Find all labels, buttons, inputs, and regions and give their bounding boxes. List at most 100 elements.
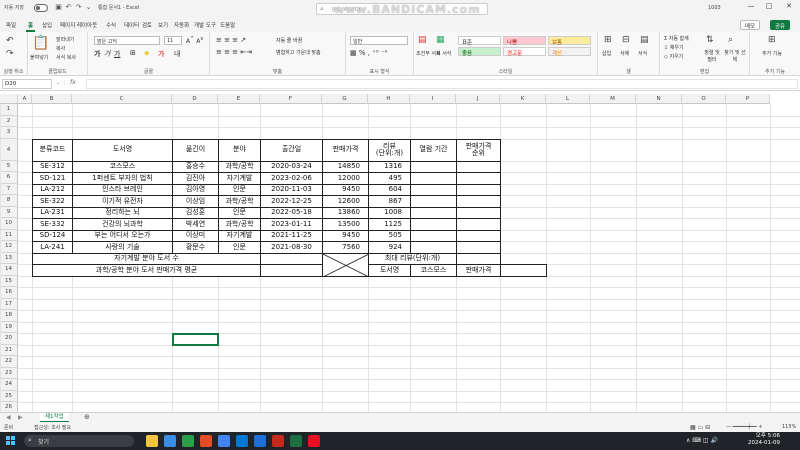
column-header[interactable]: B (32, 94, 72, 104)
accessibility-status[interactable]: 접근성: 조사 필요 (34, 424, 71, 431)
insert-cells-icon[interactable]: ⊞ (604, 35, 612, 45)
table-header[interactable]: 분야 (218, 138, 261, 162)
currency-icon[interactable]: ▦ % , ⁺⁰ ⁻⁰ (350, 49, 387, 57)
row-header[interactable]: 13 (0, 252, 18, 264)
redo-icon[interactable]: ↷ (6, 49, 14, 59)
row-header[interactable]: 12 (0, 241, 18, 253)
sort-filter-button[interactable]: 정렬 및 필터 (702, 49, 722, 63)
align-top-icon[interactable]: ≡ ≡ ≡ ↗ (216, 36, 246, 44)
addins-icon[interactable]: ⊞ (768, 35, 776, 45)
table-header[interactable]: 옮긴이 (172, 138, 219, 162)
row-header[interactable]: 9 (0, 206, 18, 218)
format-painter-button[interactable]: 서식 복사 (56, 54, 76, 61)
ribbon-tab[interactable]: 파일 (4, 20, 18, 30)
column-header[interactable]: J (456, 94, 500, 104)
column-header[interactable]: I (410, 94, 456, 104)
autosave-toggle[interactable] (34, 4, 48, 12)
row-header[interactable]: 3 (0, 127, 18, 139)
row-header[interactable]: 16 (0, 287, 18, 299)
copy-button[interactable]: 복사 (56, 45, 65, 52)
format-cells-icon[interactable]: ▤ (640, 35, 649, 45)
row-header[interactable]: 8 (0, 195, 18, 207)
row-header[interactable]: 10 (0, 218, 18, 230)
lookup-value[interactable]: 코스모스 (410, 264, 457, 277)
column-header[interactable]: F (260, 94, 322, 104)
table-header[interactable]: 출간일 (260, 138, 323, 162)
row-header[interactable]: 17 (0, 298, 18, 310)
clear-button[interactable]: ◇ 지우기 (664, 53, 683, 60)
row-header[interactable]: 23 (0, 367, 18, 379)
underline-icon[interactable]: 가 (114, 49, 120, 59)
zoom-slider[interactable]: — ━━━━━┿━━ + (726, 424, 762, 430)
prev-sheet-icon[interactable]: ◀ (6, 414, 11, 421)
lookup-label[interactable]: 도서명 (368, 264, 411, 277)
table-format-button[interactable]: 표 서식 (436, 50, 451, 57)
cell-style-item[interactable]: 계산 (548, 47, 591, 57)
lookup-result-value[interactable] (500, 264, 547, 277)
system-tray[interactable]: ∧ ⌨ ◫ 🔊 (686, 437, 718, 444)
find-select-button[interactable]: 찾기 및 선택 (724, 49, 746, 63)
row14-label[interactable]: 과학/공학 분야 도서 판매가격 평균 (32, 264, 261, 277)
italic-icon[interactable]: 가 (104, 49, 110, 59)
ribbon-tab[interactable]: 데이터 (122, 20, 141, 30)
cell-style-item[interactable]: 표준 (458, 36, 501, 46)
column-header[interactable]: K (500, 94, 546, 104)
column-header[interactable]: L (546, 94, 590, 104)
column-header[interactable]: E (218, 94, 260, 104)
row-header[interactable]: 14 (0, 264, 18, 276)
selected-cell[interactable] (172, 333, 219, 346)
ribbon-tab[interactable]: 도움말 (218, 20, 237, 30)
font-grow-icon[interactable]: A^ Av (186, 36, 203, 45)
insert-button[interactable]: 삽입 (602, 50, 611, 57)
select-all-corner[interactable] (0, 94, 18, 104)
taskbar-app-icon[interactable] (236, 435, 248, 447)
row-header[interactable]: 26 (0, 402, 18, 412)
undo-icon[interactable]: ↶ (6, 36, 14, 46)
ribbon-tab[interactable]: 개발 도구 (192, 20, 218, 30)
zoom-level[interactable]: 115% (782, 424, 796, 430)
delete-cells-icon[interactable]: ⊟ (622, 35, 630, 45)
cell-style-item[interactable]: 좋음 (458, 47, 501, 57)
column-header[interactable]: M (590, 94, 636, 104)
taskbar-app-icon[interactable] (164, 435, 176, 447)
row-header[interactable]: 24 (0, 379, 18, 391)
name-box[interactable]: D20 (2, 79, 52, 89)
autosum-button[interactable]: Σ 자동 합계 (664, 35, 689, 42)
taskbar-app-icon[interactable] (290, 435, 302, 447)
ribbon-tab[interactable]: 홈 (26, 20, 36, 32)
table-header[interactable]: 판매가격 (322, 138, 369, 162)
column-header[interactable]: G (322, 94, 368, 104)
more-icon[interactable]: ⌄ (84, 3, 93, 13)
ribbon-tab[interactable]: 보기 (156, 20, 170, 30)
ribbon-tab[interactable]: 페이지 레이아웃 (58, 20, 99, 30)
wrap-text-button[interactable]: 자동 줄 바꿈 (276, 37, 302, 44)
row-header[interactable]: 2 (0, 115, 18, 127)
column-header[interactable]: A (18, 94, 32, 104)
addins-button[interactable]: 추가 기능 (762, 50, 782, 57)
cut-button[interactable]: 잘라내기 (56, 36, 74, 43)
close-icon[interactable]: ✕ (782, 2, 796, 14)
row14-value[interactable] (260, 264, 323, 277)
table-header[interactable]: 판매가격 순위 (456, 138, 501, 162)
save-icon[interactable]: ▣ (54, 3, 63, 13)
align-left-icon[interactable]: ≡ ≡ ≡ ⇤⇥ (216, 48, 252, 56)
diagonal-cell[interactable] (322, 252, 369, 277)
table-header[interactable]: 도서명 (72, 138, 173, 162)
row-header[interactable]: 21 (0, 344, 18, 356)
name-box-dropdown-icon[interactable]: ⌄ ⋮ (56, 80, 67, 86)
row-header[interactable]: 18 (0, 310, 18, 322)
font-color-icon[interactable]: 가 (158, 49, 164, 59)
phonetic-icon[interactable]: 내 (174, 49, 180, 59)
formula-input[interactable] (86, 79, 798, 89)
taskbar-app-icon[interactable] (218, 435, 230, 447)
taskbar-search[interactable]: ⌕ 찾기 (24, 435, 134, 447)
fx-icon[interactable]: fx (70, 79, 76, 86)
ribbon-tab[interactable]: 자동화 (172, 20, 191, 30)
column-header[interactable]: D (172, 94, 218, 104)
clock[interactable]: 오후 5:06 2024-01-09 (748, 433, 780, 447)
border-icon[interactable]: ⊞ (130, 49, 136, 57)
share-button[interactable]: 공유 (770, 20, 791, 30)
row-header[interactable]: 4 (0, 138, 18, 161)
row-header[interactable]: 15 (0, 275, 18, 287)
table-header[interactable]: 분류코드 (32, 138, 73, 162)
